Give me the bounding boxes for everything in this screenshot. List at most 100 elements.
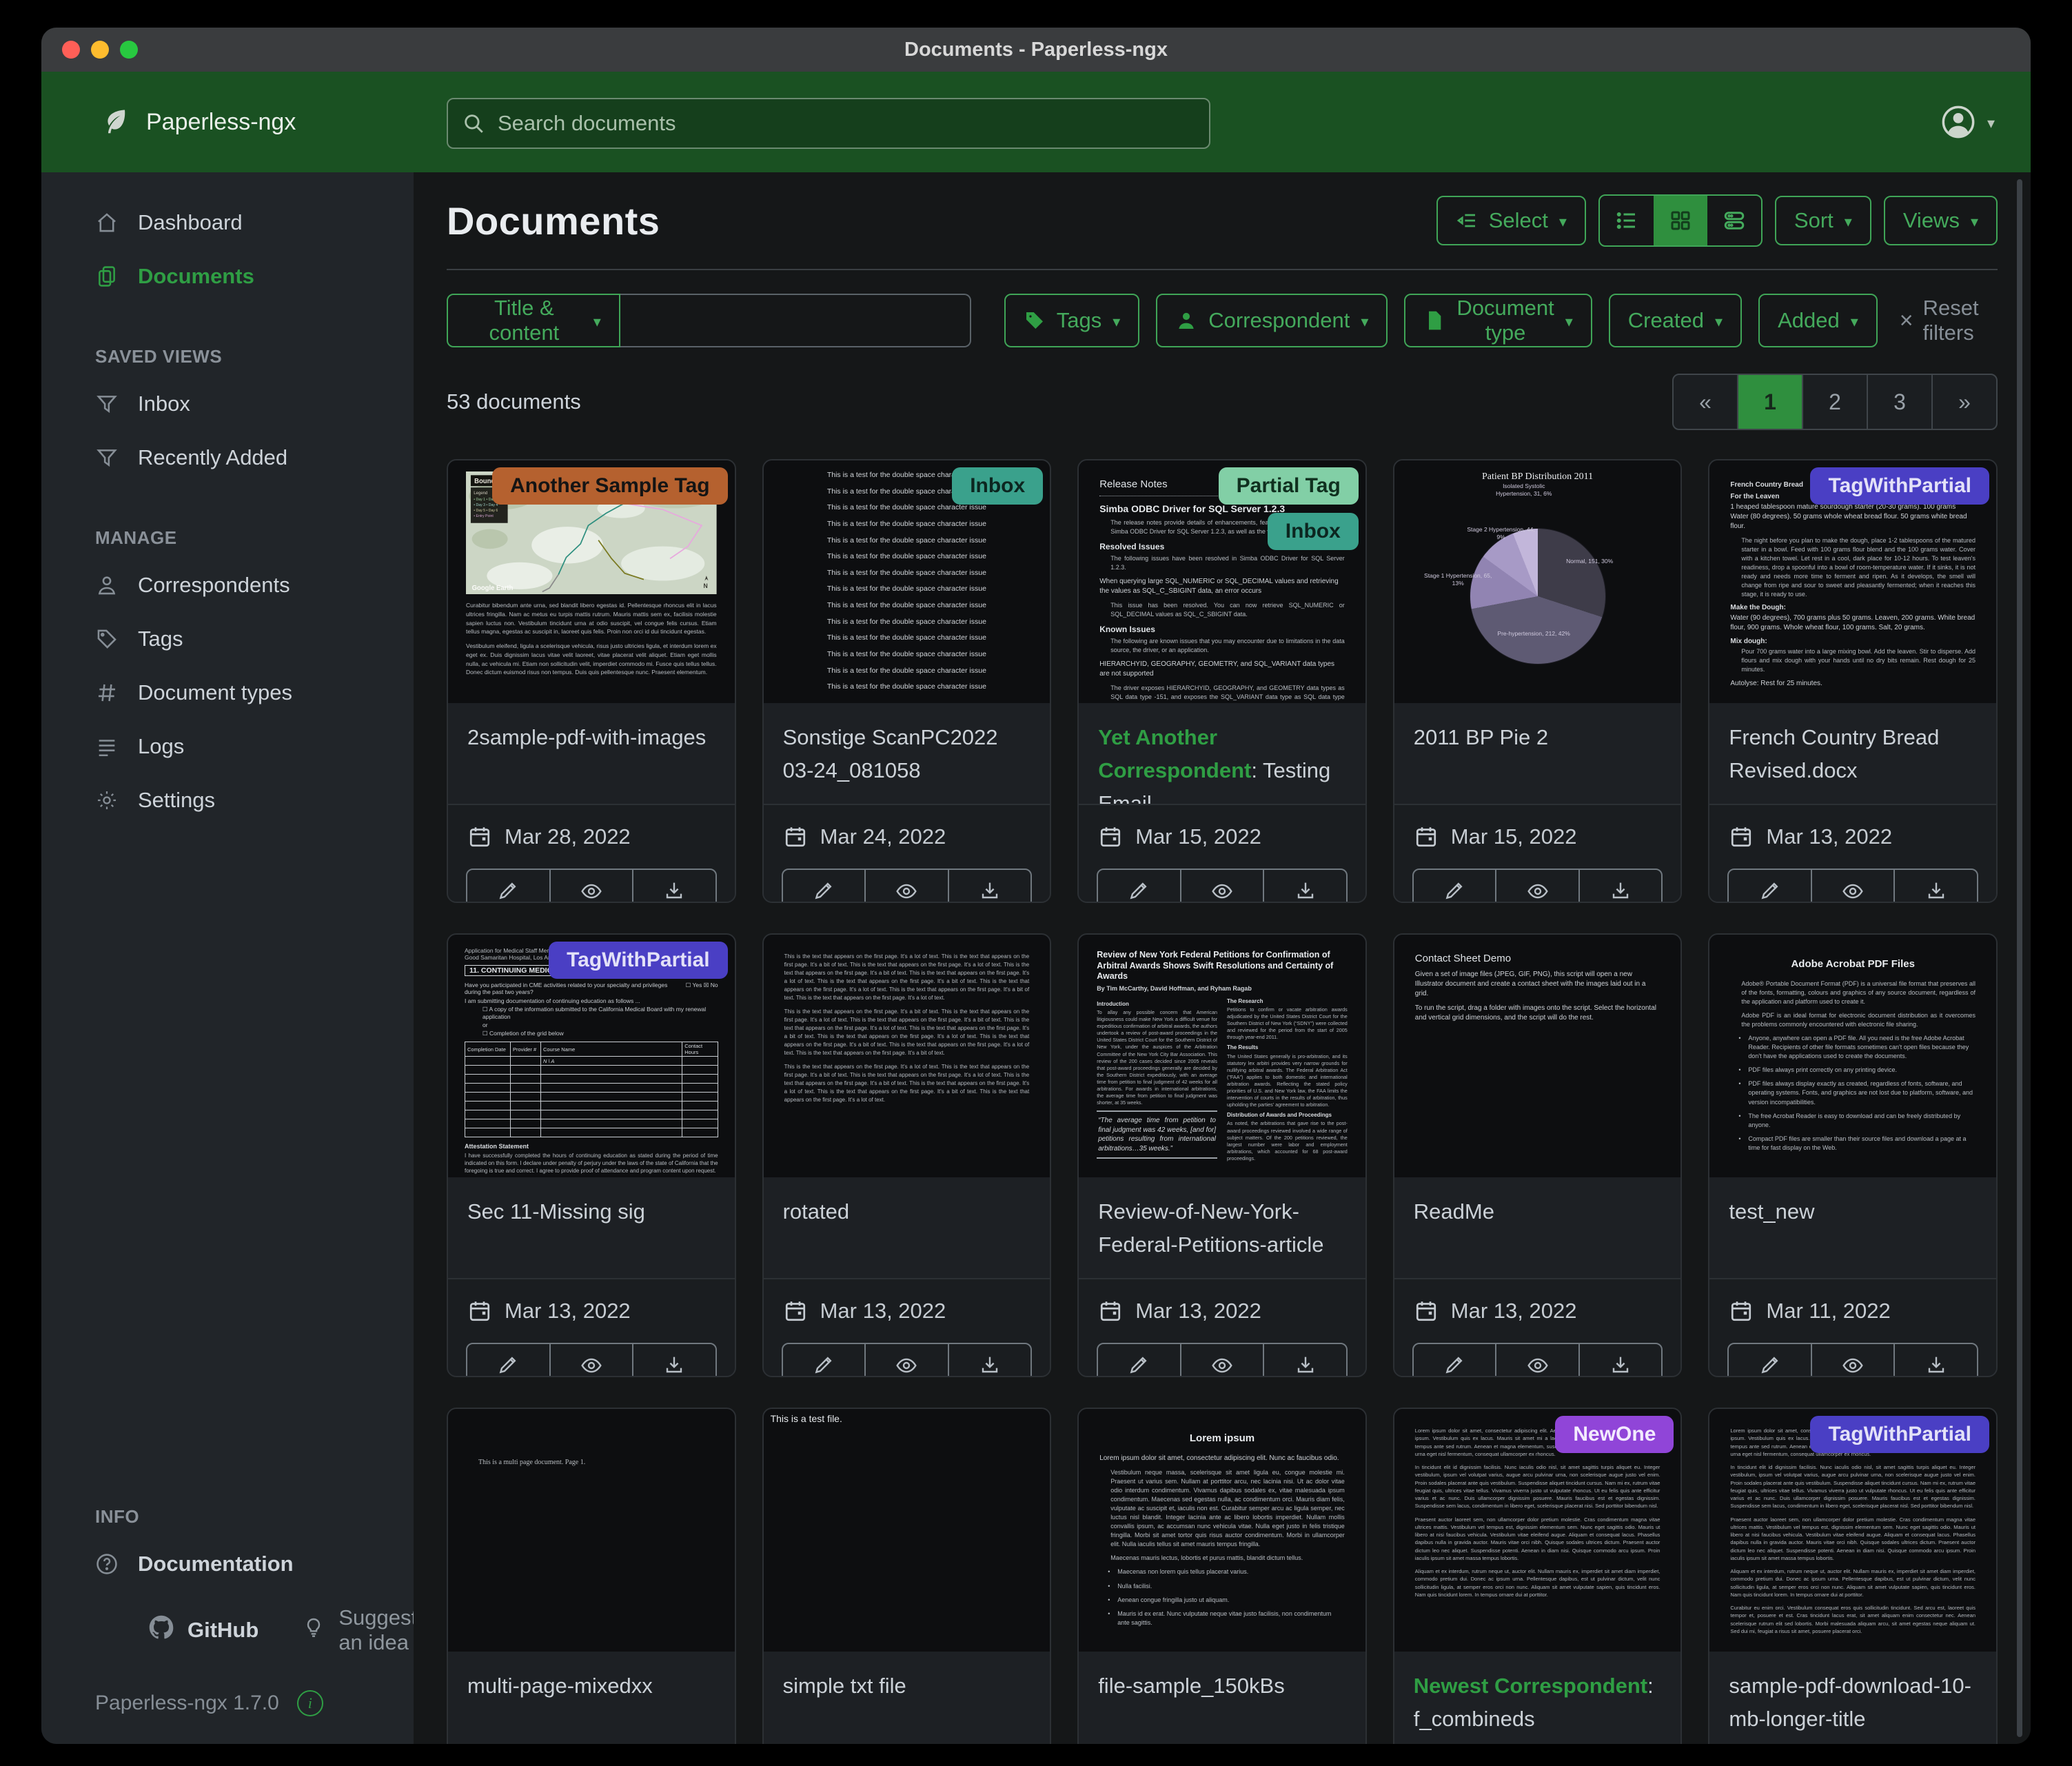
tag-badge[interactable]: TagWithPartial [549, 942, 728, 979]
page-2-button[interactable]: 2 [1803, 375, 1868, 429]
sidebar-item-correspondents[interactable]: Correspondents [41, 558, 414, 612]
document-title[interactable]: 2sample-pdf-with-images [448, 703, 735, 804]
filter-document-type-button[interactable]: Document type▾ [1404, 294, 1592, 347]
document-thumbnail[interactable]: Boundary Waters Trip Legend • Day 1 • Da… [448, 460, 735, 703]
filter-created-button[interactable]: Created▾ [1609, 294, 1742, 347]
tag-badge[interactable]: Inbox [952, 467, 1043, 505]
view-detail-button[interactable] [1707, 196, 1761, 245]
document-correspondent-link[interactable]: Newest Correspondent [1414, 1674, 1647, 1698]
document-thumbnail[interactable]: Lorem ipsumLorem ipsum dolor sit amet, c… [1079, 1409, 1365, 1652]
edit-document-button[interactable] [1098, 870, 1180, 903]
document-thumbnail[interactable]: Release NotesSimba ODBC Driver for SQL S… [1079, 460, 1365, 703]
scrollbar[interactable] [2017, 179, 2022, 1737]
sidebar-item-document-types[interactable]: Document types [41, 666, 414, 720]
edit-document-button[interactable] [1098, 1344, 1180, 1377]
download-document-button[interactable] [948, 870, 1031, 903]
sidebar-item-documentation[interactable]: Documentation [41, 1537, 414, 1591]
sidebar-item-suggest-idea[interactable]: Suggest an idea [303, 1605, 417, 1655]
view-document-button[interactable] [1180, 1344, 1263, 1377]
download-document-button[interactable] [632, 1344, 715, 1377]
document-thumbnail[interactable]: Adobe Acrobat PDF FilesAdobe® Portable D… [1709, 935, 1996, 1177]
view-document-button[interactable] [1180, 870, 1263, 903]
document-title[interactable]: Review-of-New-York-Federal-Petitions-art… [1079, 1177, 1365, 1278]
views-button[interactable]: Views ▾ [1884, 196, 1998, 245]
document-title[interactable]: test_new [1709, 1177, 1996, 1278]
page-next-button[interactable]: » [1933, 375, 1996, 429]
view-document-button[interactable] [1495, 1344, 1578, 1377]
sort-button[interactable]: Sort ▾ [1775, 196, 1871, 245]
reset-filters-button[interactable]: × Reset filters [1894, 296, 1998, 345]
view-grid-button[interactable] [1654, 196, 1707, 245]
download-document-button[interactable] [1893, 1344, 1977, 1377]
page-prev-button[interactable]: « [1674, 375, 1738, 429]
sidebar-item-logs[interactable]: Logs [41, 720, 414, 773]
document-title[interactable]: multi-page-mixedxx [448, 1652, 735, 1744]
sidebar-item-tags[interactable]: Tags [41, 612, 414, 666]
document-title[interactable]: 2011 BP Pie 2 [1394, 703, 1681, 804]
global-search[interactable] [447, 98, 1210, 149]
document-title[interactable]: Sec 11-Missing sig [448, 1177, 735, 1278]
view-document-button[interactable] [549, 1344, 633, 1377]
edit-document-button[interactable] [467, 1344, 549, 1377]
document-thumbnail[interactable]: Lorem ipsum dolor sit amet, consectetur … [1709, 1409, 1996, 1652]
document-correspondent-link[interactable]: Yet Another Correspondent [1098, 725, 1251, 782]
document-title[interactable]: Yet Another Correspondent: Testing Email [1079, 703, 1365, 804]
edit-document-button[interactable] [1729, 1344, 1811, 1377]
view-document-button[interactable] [1811, 870, 1894, 903]
document-title[interactable]: rotated [764, 1177, 1050, 1278]
brand[interactable]: Paperless-ngx [98, 72, 296, 172]
view-document-button[interactable] [1811, 1344, 1894, 1377]
document-thumbnail[interactable]: This is the text that appears on the fir… [764, 935, 1050, 1177]
search-input[interactable] [496, 110, 1195, 136]
tag-badge[interactable]: Inbox [1268, 513, 1359, 550]
filter-correspondent-button[interactable]: Correspondent▾ [1156, 294, 1388, 347]
sidebar-item-github[interactable]: GitHub [149, 1615, 258, 1645]
edit-document-button[interactable] [1729, 870, 1811, 903]
document-thumbnail[interactable]: This is a multi page document. Page 1. [448, 1409, 735, 1652]
filter-added-button[interactable]: Added▾ [1758, 294, 1878, 347]
edit-document-button[interactable] [467, 870, 549, 903]
sidebar-item-dashboard[interactable]: Dashboard [41, 196, 414, 250]
download-document-button[interactable] [1263, 870, 1346, 903]
sidebar-item-recently-added[interactable]: Recently Added [41, 431, 414, 485]
view-document-button[interactable] [549, 870, 633, 903]
document-thumbnail[interactable]: This is a test file. [764, 1409, 1050, 1652]
download-document-button[interactable] [1893, 870, 1977, 903]
document-thumbnail[interactable]: Application for Medical Staff Membership… [448, 935, 735, 1177]
filter-field-button[interactable]: Title & content ▾ [447, 294, 620, 347]
edit-document-button[interactable] [783, 1344, 865, 1377]
edit-document-button[interactable] [1414, 1344, 1496, 1377]
view-document-button[interactable] [864, 870, 948, 903]
document-title[interactable]: ReadMe [1394, 1177, 1681, 1278]
document-title[interactable]: file-sample_150kBs [1079, 1652, 1365, 1744]
tag-badge[interactable]: TagWithPartial [1810, 1416, 1989, 1453]
document-title[interactable]: Newest Correspondent: f_combineds [1394, 1652, 1681, 1744]
edit-document-button[interactable] [1414, 870, 1496, 903]
download-document-button[interactable] [632, 870, 715, 903]
document-title[interactable]: Sonstige ScanPC2022 03-24_081058 [764, 703, 1050, 804]
document-title[interactable]: sample-pdf-download-10-mb-longer-title [1709, 1652, 1996, 1744]
document-title[interactable]: French Country Bread Revised.docx [1709, 703, 1996, 804]
view-document-button[interactable] [1495, 870, 1578, 903]
sidebar-item-documents[interactable]: Documents [41, 250, 414, 303]
user-menu[interactable]: ▾ [1940, 72, 1995, 172]
info-icon[interactable]: i [297, 1690, 323, 1716]
document-thumbnail[interactable]: Patient BP Distribution 2011Normal, 151,… [1394, 460, 1681, 703]
tag-badge[interactable]: Partial Tag [1219, 467, 1359, 505]
document-title[interactable]: simple txt file [764, 1652, 1050, 1744]
tag-badge[interactable]: NewOne [1555, 1416, 1674, 1453]
tag-badge[interactable]: Another Sample Tag [492, 467, 727, 505]
view-document-button[interactable] [864, 1344, 948, 1377]
filter-tags-button[interactable]: Tags▾ [1004, 294, 1140, 347]
page-1-button[interactable]: 1 [1738, 375, 1803, 429]
view-list-button[interactable] [1600, 196, 1654, 245]
page-3-button[interactable]: 3 [1868, 375, 1933, 429]
edit-document-button[interactable] [783, 870, 865, 903]
tag-badge[interactable]: TagWithPartial [1810, 467, 1989, 505]
document-thumbnail[interactable]: This is a test for the double space char… [764, 460, 1050, 703]
sidebar-item-inbox[interactable]: Inbox [41, 377, 414, 431]
download-document-button[interactable] [948, 1344, 1031, 1377]
document-thumbnail[interactable]: Lorem ipsum dolor sit amet, consectetur … [1394, 1409, 1681, 1652]
document-thumbnail[interactable]: Contact Sheet DemoGiven a set of image f… [1394, 935, 1681, 1177]
download-document-button[interactable] [1263, 1344, 1346, 1377]
